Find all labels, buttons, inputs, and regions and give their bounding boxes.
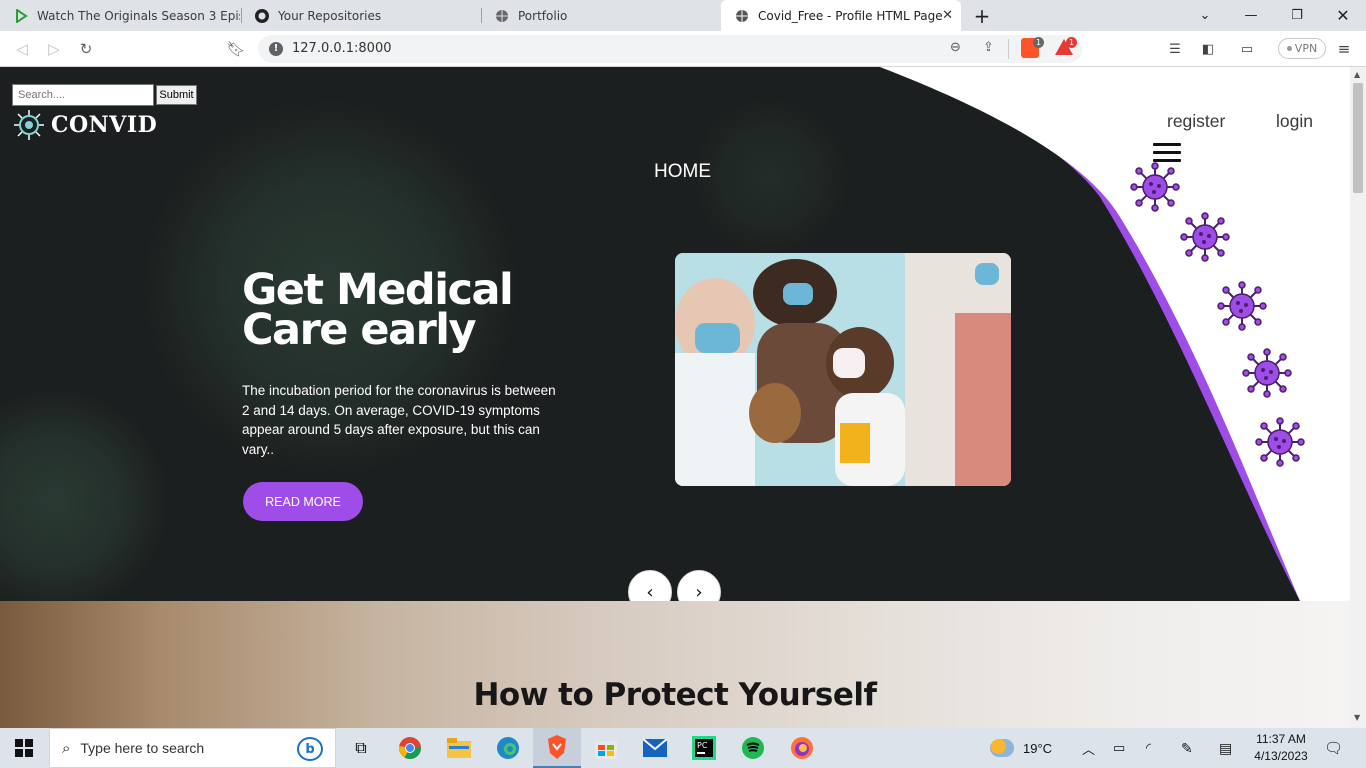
playlist-icon[interactable]: ☰ [1166,40,1184,58]
chevron-left-icon: ‹ [646,581,654,603]
browser-tab-bar: Watch The Originals Season 3 Episode You… [0,0,1366,31]
task-view-icon[interactable]: ⧉ [337,728,385,768]
hero-image [675,253,1011,486]
tab-title: Covid_Free - Profile HTML Page [758,8,943,23]
chrome-icon[interactable] [386,728,434,768]
brave-icon[interactable] [533,728,581,768]
svg-text:PC: PC [697,741,708,750]
tab-portfolio[interactable]: Portfolio [481,0,719,31]
vaccination-photo [675,253,1011,486]
hero-title: Get Medical Care early [242,265,514,355]
scrollbar-thumb[interactable] [1353,83,1363,193]
vpn-label: VPN [1294,42,1318,55]
virus-icon [1180,212,1230,262]
search-input[interactable] [12,84,154,106]
weather-widget[interactable]: 19°C [990,728,1052,768]
restore-button[interactable]: ❐ [1274,0,1320,31]
globe-icon [735,9,749,23]
shields-badge: 1 [1033,37,1044,48]
virus-icon [1242,348,1292,398]
nav-login[interactable]: login [1276,111,1313,132]
windows-start-icon[interactable] [0,728,48,768]
close-tab-icon[interactable]: ✕ [942,8,953,23]
battery-icon[interactable]: ▭ [1113,728,1125,768]
spotify-icon[interactable] [729,728,777,768]
close-window-button[interactable]: ✕ [1320,0,1366,31]
bookmark-icon[interactable]: 🔖︎ [226,39,246,59]
web-page: Submit CONVID HOME register login Get Me… [0,67,1350,728]
taskbar-search-box[interactable]: ⌕ Type here to search b [49,728,336,768]
protect-section: How to Protect Yourself [0,601,1350,728]
mail-icon[interactable] [631,728,679,768]
page-scrollbar[interactable]: ▲ ▼ [1350,67,1366,728]
microsoft-store-icon[interactable] [582,728,630,768]
address-toolbar: ◁ ▷ ↻ 🔖︎ ! 127.0.0.1:8000 ⊖ ⇪ 1 1 ☰ ◧ ▭ … [0,31,1366,67]
wifi-icon[interactable]: ◜ [1146,728,1151,768]
forward-icon[interactable]: ▷ [44,39,64,59]
file-explorer-icon[interactable] [435,728,483,768]
scroll-up-icon[interactable]: ▲ [1354,70,1360,79]
chevron-right-icon: › [695,581,703,603]
search-icon: ⌕ [62,739,71,757]
tab-repositories[interactable]: Your Repositories [241,0,481,31]
clock-time: 11:37 AM [1256,732,1306,746]
pycharm-icon[interactable]: PC [680,728,728,768]
read-more-button[interactable]: READ MORE [243,482,363,521]
zoom-icon[interactable]: ⊖ [950,40,961,55]
weather-icon [990,739,1014,757]
site-info-icon[interactable]: ! [269,42,283,56]
clock-date: 4/13/2023 [1254,749,1308,763]
back-icon[interactable]: ◁ [12,39,32,59]
windows-taskbar: ⌕ Type here to search b ⧉ PC 19°C ︿ ▭ ◜ … [0,728,1366,768]
vpn-button[interactable]: VPN [1278,38,1326,59]
virus-logo-icon [14,110,44,140]
brand-name: CONVID [51,112,158,138]
menu-icon[interactable]: ≡ [1335,40,1353,58]
tab-covid-free[interactable]: Covid_Free - Profile HTML Page ✕ [721,0,961,31]
new-tab-button[interactable]: + [962,0,1002,31]
pen-icon[interactable]: ✎ [1181,728,1193,768]
virus-icon [1217,281,1267,331]
rewards-badge: 1 [1066,37,1077,48]
hero-section: Submit CONVID HOME register login Get Me… [0,67,1350,601]
brand-logo[interactable]: CONVID [13,109,157,141]
url-text: 127.0.0.1:8000 [292,41,392,56]
wallet-icon[interactable]: ▭ [1238,40,1256,58]
virus-icon [1255,417,1305,467]
globe-icon [495,9,509,23]
nav-register[interactable]: register [1167,111,1225,132]
vpn-status-dot [1286,46,1292,51]
show-hidden-icons-icon[interactable]: ︿ [1082,728,1095,768]
nav-home[interactable]: HOME [654,161,711,183]
edge-icon[interactable] [484,728,532,768]
scroll-down-icon[interactable]: ▼ [1354,713,1360,722]
bing-icon[interactable]: b [297,737,323,761]
address-bar[interactable]: ! 127.0.0.1:8000 ⊖ ⇪ 1 1 [258,35,1082,63]
hero-description: The incubation period for the coronaviru… [242,383,556,457]
notifications-icon[interactable]: 🗨︎ [1324,728,1343,768]
keyboard-icon[interactable]: ▤ [1219,728,1232,768]
github-icon [255,8,269,23]
minimize-button[interactable]: — [1228,0,1274,31]
hamburger-menu-icon[interactable] [1153,143,1181,163]
submit-button[interactable]: Submit [156,85,197,105]
weather-temp: 19°C [1023,740,1053,756]
system-clock[interactable]: 11:37 AM 4/13/2023 [1250,731,1312,765]
section-title: How to Protect Yourself [473,677,877,713]
taskbar-search-text: Type here to search [80,740,205,756]
tab-search-icon[interactable]: ⌄ [1182,0,1228,31]
sidebar-icon[interactable]: ◧ [1199,40,1217,58]
share-icon[interactable]: ⇪ [983,40,994,55]
tab-originals[interactable]: Watch The Originals Season 3 Episode [0,0,240,31]
reload-icon[interactable]: ↻ [76,39,96,59]
tab-title: Portfolio [518,8,568,23]
play-icon [14,8,28,23]
tab-title: Your Repositories [278,8,382,23]
divider [1008,39,1009,59]
virus-icon [1130,162,1180,212]
firefox-icon[interactable] [778,728,826,768]
tab-title: Watch The Originals Season 3 Episode [37,8,240,23]
